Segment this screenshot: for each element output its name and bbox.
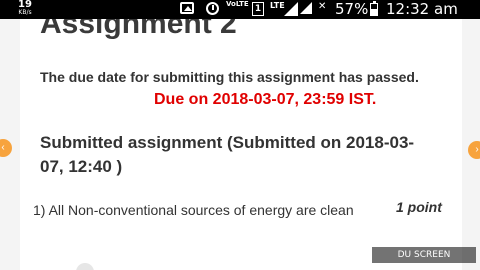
due-date-message: The due date for submitting this assignm… <box>40 69 419 85</box>
assignment-card: Assignment 2 The due date for submitting… <box>20 19 462 270</box>
status-time: 12:32 am <box>386 0 458 18</box>
network-speed-unit: KB/s <box>18 9 32 16</box>
answer-radio[interactable] <box>76 263 94 270</box>
sim-indicator: 1 <box>252 2 264 16</box>
battery-fill <box>371 8 377 15</box>
no-signal-icon: ✕ <box>318 1 327 12</box>
question-text: 1) All Non-conventional sources of energ… <box>33 202 354 218</box>
due-date-label: Due on 2018-03-07, 23:59 IST. <box>154 91 377 108</box>
battery-icon <box>370 1 378 16</box>
network-speed-value: 19 <box>18 0 32 10</box>
question-points: 1 point <box>396 199 442 215</box>
battery-percent: 57% <box>335 0 369 18</box>
signal-icon <box>284 2 298 16</box>
photo-icon <box>180 2 194 14</box>
signal-icon <box>300 2 312 14</box>
submitted-heading: Submitted assignment (Submitted on 2018-… <box>40 133 415 176</box>
volte-label: VoLTE <box>226 0 249 8</box>
clock-icon <box>206 2 219 15</box>
network-speed: 19 KB/s <box>14 0 36 17</box>
lte-label: LTE <box>270 1 285 10</box>
status-bar: 19 KB/s VoLTE 1 LTE ✕ 57% 12:32 am <box>0 0 480 19</box>
page-title: Assignment 2 <box>40 19 237 40</box>
assignment-page: Assignment 2 The due date for submitting… <box>0 19 480 270</box>
recorder-watermark: DU SCREEN RECORDER <box>372 247 476 270</box>
next-arrow-button[interactable]: › <box>468 141 480 159</box>
